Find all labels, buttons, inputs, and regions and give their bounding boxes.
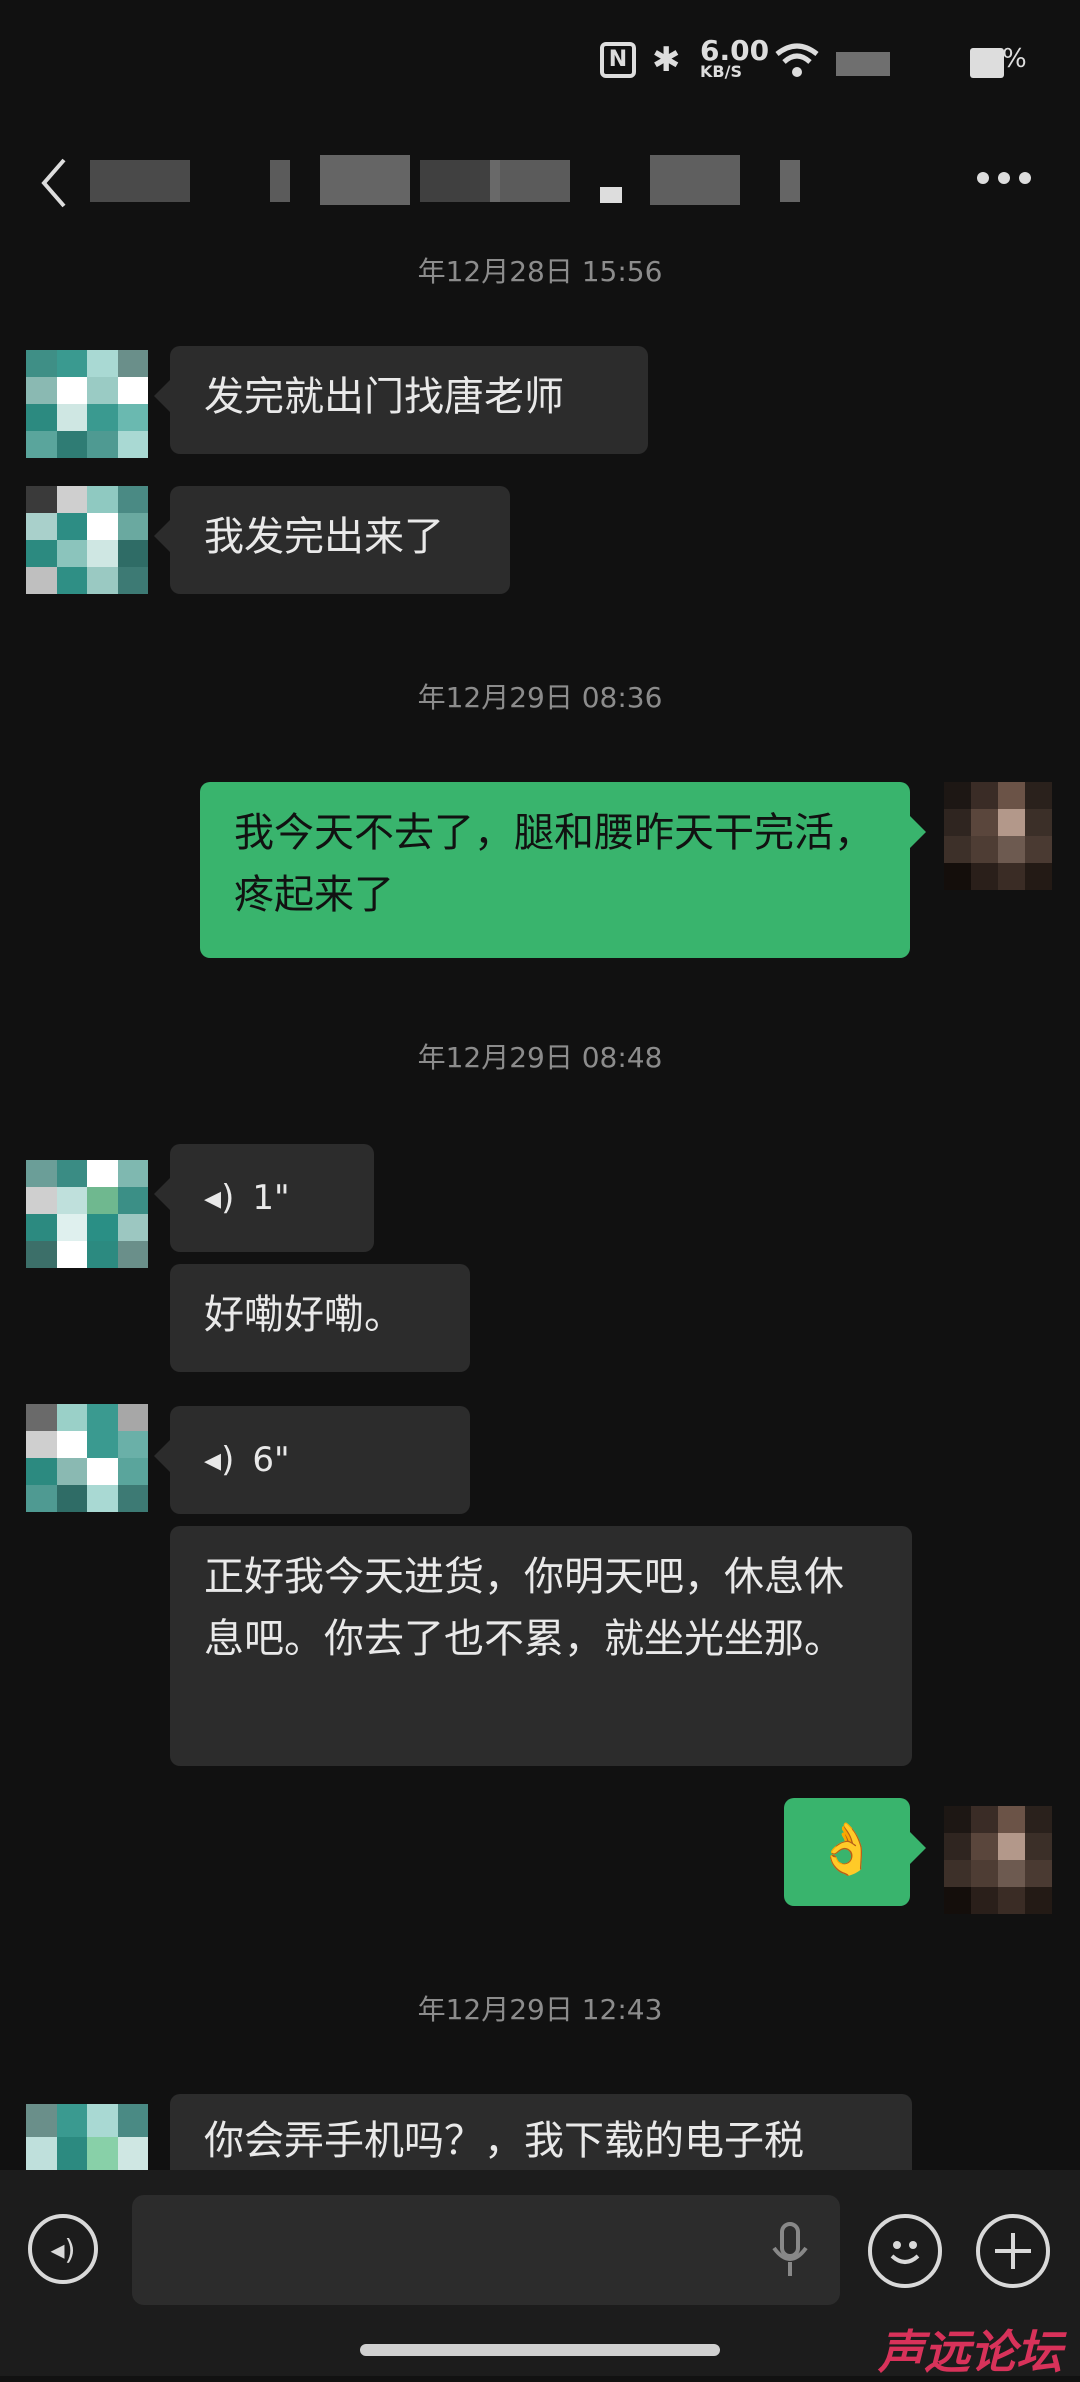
battery-percent: % [1002,44,1027,74]
nfc-icon: N [600,42,636,78]
message-bubble[interactable]: 你会弄手机吗？，我下载的电子税 [170,2094,912,2170]
bluetooth-icon: ✱ [652,40,681,80]
timestamp: 年12月29日 08:36 [417,681,663,714]
wifi-icon [774,42,820,78]
contact-avatar[interactable] [26,1404,148,1512]
message-bubble[interactable]: 好嘞好嘞。 [170,1264,470,1372]
voice-message[interactable]: ◂) 1" [154,1144,374,1252]
message-bubble[interactable]: 发完就出门找唐老师 [154,346,648,454]
ok-hand-emoji: 👌 [815,1820,879,1878]
voice-input-button[interactable]: ◂) [28,2214,98,2284]
voice-duration: 6" [252,1440,290,1480]
timestamp: 年12月29日 12:43 [417,1993,663,2026]
chevron-left-icon [41,158,66,208]
message-text: 好嘞好嘞。 [204,1292,404,1338]
speed-value: 6.00 [700,34,770,67]
battery-icon [970,48,1004,78]
voice-icon: ◂) [50,2232,76,2266]
more-dots-icon [977,172,1031,184]
plus-icon [995,2233,1031,2269]
message-text: 你会弄手机吗？，我下载的电子税 [204,2118,804,2164]
message-bubble[interactable]: 正好我今天进货，你明天吧，休息休息吧。你去了也不累，就坐光坐那。 [170,1526,912,1766]
message-text: 正好我今天进货，你明天吧，休息休息吧。你去了也不累，就坐光坐那。 [204,1554,844,1662]
contact-avatar[interactable] [26,1160,148,1268]
signal-icon [836,52,890,76]
voice-icon: ◂) [204,1440,235,1480]
microphone-icon [772,2222,808,2276]
smiley-icon [890,2241,920,2264]
self-avatar[interactable] [944,1806,1052,1914]
voice-icon: ◂) [204,1178,235,1218]
message-text: 我今天不去了，腿和腰昨天干完活，疼起来了 [234,810,874,918]
voice-duration: 1" [252,1178,290,1218]
emoji-bubble-self[interactable]: 👌 [784,1798,926,1906]
message-bubble-self[interactable]: 我今天不去了，腿和腰昨天干完活，疼起来了 [200,782,926,958]
watermark: 声远论坛 [878,2325,1062,2379]
message-input[interactable] [132,2195,840,2305]
emoji-button[interactable] [868,2214,942,2288]
more-options-button[interactable] [976,170,1032,189]
network-speed: 6.00 KB/S [700,34,770,80]
timestamp: 年12月28日 15:56 [417,255,663,288]
microphone-button[interactable] [770,2222,810,2284]
contact-avatar[interactable] [26,2104,148,2170]
voice-message[interactable]: ◂) 6" [154,1406,470,1514]
message-text: 我发完出来了 [204,514,444,560]
message-bubble[interactable]: 我发完出来了 [154,486,510,594]
timestamp: 年12月29日 08:48 [417,1041,663,1074]
status-bar: N ✱ 6.00 KB/S % [0,0,1080,130]
home-indicator[interactable] [360,2344,720,2356]
message-text: 发完就出门找唐老师 [204,374,564,420]
back-button[interactable] [40,158,70,208]
contact-avatar[interactable] [26,350,148,458]
contact-avatar[interactable] [26,486,148,594]
add-button[interactable] [976,2214,1050,2288]
self-avatar[interactable] [944,782,1052,890]
